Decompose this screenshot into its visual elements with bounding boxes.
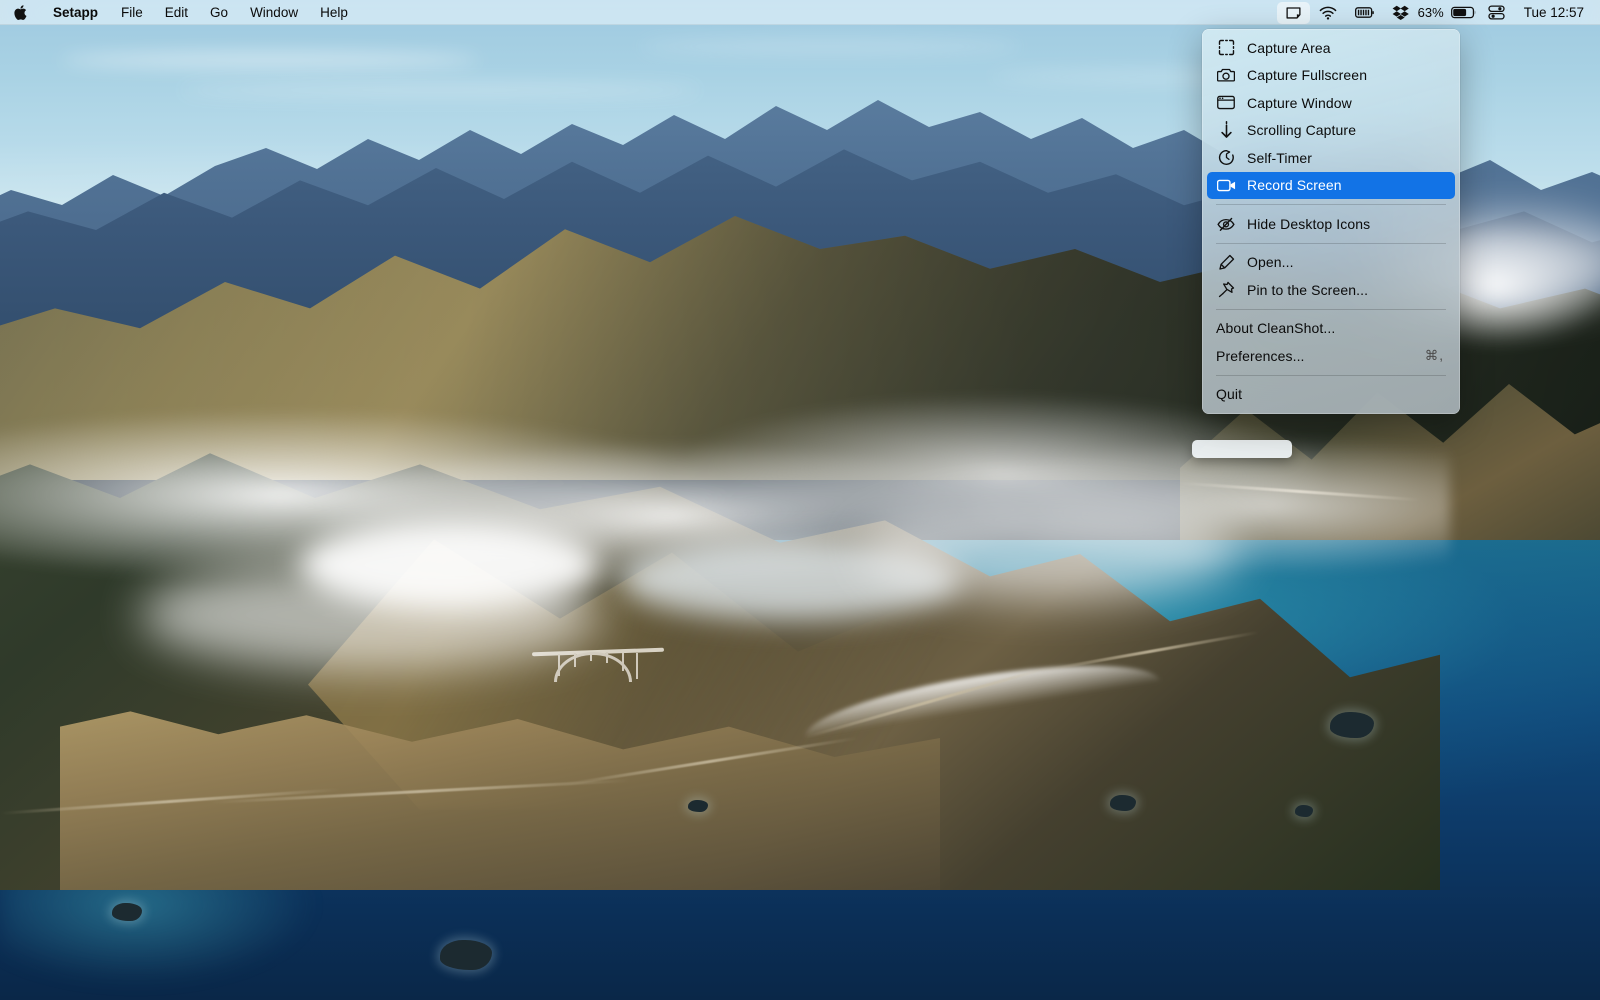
menu-separator bbox=[1216, 309, 1446, 310]
menu-item-label: Capture Window bbox=[1247, 95, 1446, 111]
menu-bar-status-items: 63% Tue 12:57 bbox=[1277, 2, 1600, 24]
menu-item-label: About CleanShot... bbox=[1216, 320, 1446, 336]
menu-bar-item-go[interactable]: Go bbox=[199, 0, 239, 25]
timer-icon bbox=[1216, 149, 1236, 167]
capture-area-icon bbox=[1216, 39, 1236, 57]
menu-separator bbox=[1216, 204, 1446, 205]
cleanshot-dropdown-menu: Capture Area Capture Fullscreen Capture … bbox=[1202, 29, 1460, 414]
menu-bar-item-file[interactable]: File bbox=[110, 0, 154, 25]
control-center-icon[interactable] bbox=[1479, 2, 1514, 24]
menu-bar-item-window[interactable]: Window bbox=[239, 0, 309, 25]
pencil-icon bbox=[1216, 253, 1236, 271]
wallpaper-cloud bbox=[300, 520, 600, 610]
menu-item-pin-to-screen[interactable]: Pin to the Screen... bbox=[1207, 276, 1455, 304]
wallpaper-sea-rock bbox=[1295, 805, 1313, 817]
menu-separator bbox=[1216, 375, 1446, 376]
menu-item-about-cleanshot[interactable]: About CleanShot... bbox=[1207, 315, 1455, 343]
battery-icon[interactable] bbox=[1449, 2, 1479, 24]
menu-item-self-timer[interactable]: Self-Timer bbox=[1207, 144, 1455, 172]
menu-bar-clock[interactable]: Tue 12:57 bbox=[1514, 5, 1588, 20]
menu-item-label: Record Screen bbox=[1247, 177, 1446, 193]
wifi-icon[interactable] bbox=[1310, 2, 1346, 24]
wallpaper-cloud-wisp bbox=[60, 52, 480, 68]
battery-stats-icon[interactable] bbox=[1346, 2, 1383, 24]
menu-item-shortcut: ⌘, bbox=[1425, 348, 1446, 364]
menu-item-preferences[interactable]: Preferences... ⌘, bbox=[1207, 342, 1455, 370]
wallpaper-sea-rock bbox=[1110, 795, 1136, 811]
arrow-down-icon bbox=[1216, 121, 1236, 139]
battery-percent-label: 63% bbox=[1418, 5, 1449, 20]
menu-item-capture-window[interactable]: Capture Window bbox=[1207, 89, 1455, 117]
wallpaper-cloud-wisp bbox=[640, 40, 1020, 53]
menu-item-label: Preferences... bbox=[1216, 348, 1425, 364]
menu-item-label: Hide Desktop Icons bbox=[1247, 216, 1446, 232]
menu-item-label: Quit bbox=[1216, 386, 1446, 402]
menu-item-capture-fullscreen[interactable]: Capture Fullscreen bbox=[1207, 62, 1455, 90]
menu-item-label: Scrolling Capture bbox=[1247, 122, 1446, 138]
menu-item-scrolling-capture[interactable]: Scrolling Capture bbox=[1207, 117, 1455, 145]
menu-item-label: Self-Timer bbox=[1247, 150, 1446, 166]
window-icon bbox=[1216, 94, 1236, 112]
wallpaper-sea-rock bbox=[112, 903, 142, 921]
menu-item-label: Capture Fullscreen bbox=[1247, 67, 1446, 83]
menu-item-capture-area[interactable]: Capture Area bbox=[1207, 34, 1455, 62]
background-window-peek bbox=[1192, 440, 1292, 458]
macos-menu-bar: Setapp File Edit Go Window Help bbox=[0, 0, 1600, 25]
apple-logo-icon[interactable] bbox=[10, 0, 41, 25]
dropbox-icon[interactable] bbox=[1383, 2, 1418, 24]
menu-bar-item-setapp[interactable]: Setapp bbox=[41, 0, 110, 25]
menu-item-record-screen[interactable]: Record Screen bbox=[1207, 172, 1455, 200]
video-camera-icon bbox=[1216, 176, 1236, 194]
wallpaper-sea-rock bbox=[1330, 712, 1374, 738]
menu-item-quit[interactable]: Quit bbox=[1207, 381, 1455, 409]
menu-item-hide-desktop-icons[interactable]: Hide Desktop Icons bbox=[1207, 210, 1455, 238]
menu-bar-item-edit[interactable]: Edit bbox=[154, 0, 199, 25]
wallpaper-sea-rock bbox=[440, 940, 492, 970]
menu-item-label: Open... bbox=[1247, 254, 1446, 270]
cleanshot-icon[interactable] bbox=[1277, 2, 1310, 24]
wallpaper-bridge bbox=[532, 650, 664, 698]
menu-bar-app-menus: Setapp File Edit Go Window Help bbox=[0, 0, 359, 25]
camera-icon bbox=[1216, 66, 1236, 84]
wallpaper-cloud bbox=[860, 500, 1240, 600]
eye-slash-icon bbox=[1216, 215, 1236, 233]
menu-separator bbox=[1216, 243, 1446, 244]
wallpaper-sea-rock bbox=[688, 800, 708, 812]
pin-icon bbox=[1216, 281, 1236, 299]
wallpaper-cloud-wisp bbox=[180, 84, 700, 96]
menu-item-label: Pin to the Screen... bbox=[1247, 282, 1446, 298]
menu-item-label: Capture Area bbox=[1247, 40, 1446, 56]
menu-bar-item-help[interactable]: Help bbox=[309, 0, 359, 25]
menu-item-open[interactable]: Open... bbox=[1207, 249, 1455, 277]
